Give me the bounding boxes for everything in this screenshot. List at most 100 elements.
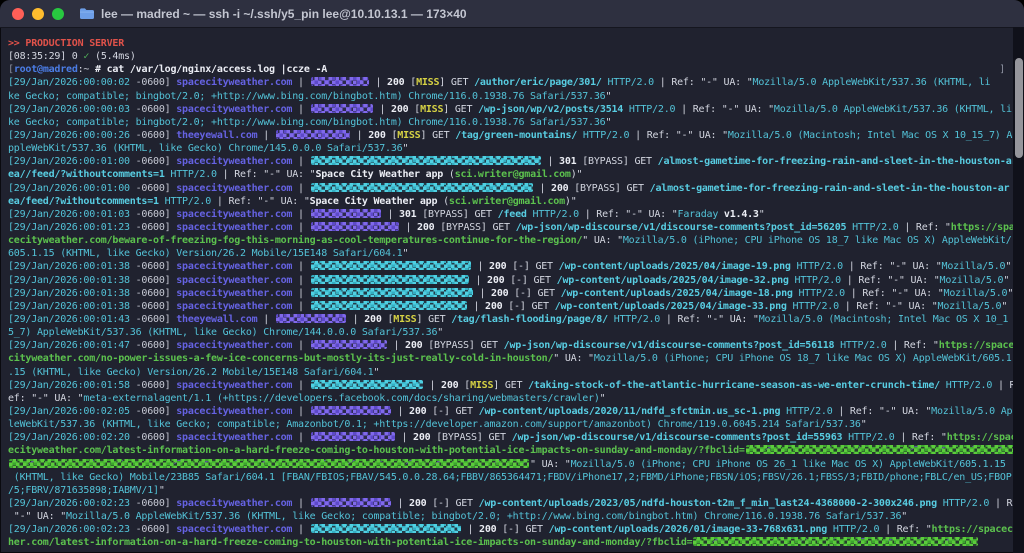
log-line: [29/Jan/2026:00:00:26 -0600] theeyewall.… bbox=[8, 129, 1013, 142]
log-segment: | bbox=[292, 182, 310, 194]
redacted-ip-address bbox=[310, 432, 395, 442]
log-segment: Mozilla/5.0 bbox=[941, 261, 1006, 273]
redacted-ip-address bbox=[310, 340, 387, 350]
log-segment: spacecityweather.com bbox=[176, 524, 293, 536]
log-line: [29/Jan/2026:00:01:00 -0600] spacecitywe… bbox=[8, 182, 1010, 195]
minimize-button[interactable] bbox=[32, 7, 44, 20]
log-segment: 200 bbox=[491, 287, 509, 299]
log-segment: | bbox=[257, 313, 275, 325]
log-segment: | Ref: "-" UA: " bbox=[842, 261, 942, 273]
log-segment: leWebKit/537.36 (KHTML, like Gecko; comp… bbox=[8, 419, 861, 431]
log-segment: | bbox=[292, 103, 310, 115]
log-segment: | bbox=[292, 340, 310, 352]
log-segment: ] GET bbox=[493, 379, 529, 391]
log-segment: | Ref: "-" UA: " bbox=[211, 195, 310, 207]
scrollbar-track[interactable] bbox=[1013, 27, 1024, 553]
zoom-button[interactable] bbox=[52, 7, 64, 20]
log-segment: [BYPASS] GET bbox=[430, 432, 512, 444]
log-segment: -0600] bbox=[129, 156, 177, 168]
log-segment: -0600] bbox=[129, 103, 177, 115]
log-segment: Mozilla/5.0 (iPhone; CPU iPhone OS 18_7 … bbox=[593, 353, 1012, 365]
redacted-ip-address bbox=[310, 77, 369, 87]
log-line: [29/Jan/2026:00:00:02 -0600] spacecitywe… bbox=[8, 76, 1009, 89]
log-segment: /wp-json/wp-discourse/v1/discourse-comme… bbox=[503, 340, 835, 352]
log-segment: Mozilla/5.0 (Macintosh; Intel Mac OS X 1… bbox=[727, 129, 1013, 141]
redacted-ip-address bbox=[275, 129, 350, 139]
log-line: [29/Jan/2026:00:01:38 -0600] spacecitywe… bbox=[8, 300, 1009, 313]
log-line: [29/Jan/2026:00:01:03 -0600] spacecitywe… bbox=[8, 208, 1009, 221]
log-segment: 301 bbox=[559, 156, 577, 168]
log-segment: ea//feed/?withoutcomments=1 bbox=[8, 169, 165, 181]
title-area: lee — madred ~ — ssh -i ~/.ssh/y5_pin le… bbox=[80, 7, 467, 21]
log-segment: [29/Jan/2026:00:01:23 bbox=[8, 221, 130, 233]
log-segment: /wp-content/uploads/2025/04/image-19.png bbox=[558, 261, 791, 273]
redacted-ip-address bbox=[310, 182, 533, 192]
log-line: [29/Jan/2026:00:01:58 -0600] spacecitywe… bbox=[8, 379, 1013, 392]
close-button[interactable] bbox=[12, 7, 24, 20]
log-segment: | bbox=[292, 524, 310, 536]
log-segment: | bbox=[391, 497, 410, 509]
log-line-wrap: 605.1.15 (KHTML, like Gecko) Version/26.… bbox=[8, 247, 1009, 260]
redacted-ip-address bbox=[310, 103, 373, 113]
log-segment: Mozilla/5.0 (Macintosh; Intel Mac OS X 1… bbox=[758, 313, 1009, 325]
log-segment: HTTP/2.0 bbox=[792, 287, 846, 299]
redacted-ip-address bbox=[310, 156, 541, 166]
log-segment: MISS bbox=[397, 129, 421, 141]
log-segment: "-" UA: " bbox=[8, 511, 67, 523]
log-segment: | Ref: "-" UA: " bbox=[660, 313, 759, 325]
log-segment: 200 bbox=[391, 103, 409, 115]
log-segment: HTTP/2.0 bbox=[936, 497, 990, 509]
log-segment: [29/Jan/2026:00:02:20 bbox=[8, 432, 130, 444]
redacted-ip-address bbox=[310, 208, 381, 218]
log-segment: spacecityweather.com bbox=[176, 287, 293, 299]
log-segment: [BYPASS] GET bbox=[568, 182, 650, 194]
log-segment: )" bbox=[570, 169, 583, 181]
log-segment: 200 bbox=[387, 77, 405, 89]
log-segment: [BYPASS] GET bbox=[422, 340, 504, 352]
log-segment: | Ref: "-" UA: " bbox=[216, 169, 316, 181]
log-segment: /wp-content/uploads/2025/04/image-33.png bbox=[554, 300, 787, 312]
titlebar[interactable]: lee — madred ~ — ssh -i ~/.ssh/y5_pin le… bbox=[0, 0, 1024, 28]
log-segment: [ bbox=[404, 77, 417, 89]
log-segment: -0600] bbox=[129, 287, 177, 299]
log-segment: Space City Weather app bbox=[315, 169, 444, 181]
log-segment: 200 bbox=[409, 497, 427, 509]
log-segment: spacecityweather.com bbox=[176, 261, 293, 273]
redacted-ip-address bbox=[310, 524, 461, 534]
log-segment: https://spacecityweat bbox=[931, 524, 1013, 536]
log-segment: MISS bbox=[416, 77, 440, 89]
log-line: [29/Jan/2026:00:01:00 -0600] spacecitywe… bbox=[8, 155, 1013, 168]
log-segment: " bbox=[605, 90, 612, 102]
log-segment: /wp-content/uploads/2025/04/image-18.png bbox=[560, 287, 793, 299]
log-segment: /wp-content/uploads/2020/11/ndfd_sfctmin… bbox=[478, 405, 781, 417]
log-segment: # cat /var/log/nginx/access.log |ccze -A bbox=[89, 64, 328, 76]
log-segment: [BYPASS] GET bbox=[434, 221, 516, 233]
log-segment: )" bbox=[564, 195, 577, 207]
log-segment: Mozilla/5.0 AppleWebKit/537.36 (KHTML, l… bbox=[773, 103, 1012, 115]
log-segment: " bbox=[402, 143, 409, 155]
log-segment: | bbox=[461, 524, 480, 536]
log-segment: [29/Jan/2026:00:01:38 bbox=[8, 261, 130, 273]
log-segment: [29/Jan/2026:00:00:03 bbox=[8, 103, 130, 115]
log-segment: ( bbox=[443, 169, 455, 181]
redacted-ip-address bbox=[310, 221, 399, 231]
terminal-output[interactable]: >> PRODUCTION SERVER [08:35:29] 0 ✓ (5.4m… bbox=[0, 27, 1013, 553]
log-segment: 200 bbox=[405, 340, 423, 352]
log-line-wrap: "-" UA: "Mozilla/5.0 AppleWebKit/537.36 … bbox=[8, 510, 1009, 523]
log-segment: .15 (KHTML, like Gecko) Version/26.2 Mob… bbox=[8, 366, 374, 378]
log-segment: Mozilla/5.0 AppleWebKit/537.36 (KHTML, l… bbox=[752, 77, 991, 89]
log-segment: HTTP/2.0 bbox=[827, 524, 880, 536]
log-segment: ea/feed/?withoutcomments=1 bbox=[8, 195, 159, 207]
log-segment: -0600] bbox=[129, 77, 177, 89]
log-segment: [29/Jan/2026:00:00:02 bbox=[8, 77, 130, 89]
log-segment: | bbox=[292, 261, 310, 273]
scrollbar-thumb[interactable] bbox=[1015, 58, 1023, 158]
log-line-wrap: " UA: "Mozilla/5.0 (iPhone; CPU iPhone O… bbox=[8, 458, 1009, 471]
log-segment: ecityweather.com/latest-information-on-a… bbox=[8, 445, 745, 457]
log-segment: | bbox=[533, 182, 552, 194]
log-segment: HTTP/2.0 bbox=[846, 221, 899, 233]
log-segment: | bbox=[373, 103, 392, 115]
log-segment: HTTP/2.0 bbox=[790, 261, 844, 273]
log-segment: /tag/flash-flooding/page/8/ bbox=[451, 313, 608, 325]
redacted-ip-address bbox=[310, 287, 473, 297]
